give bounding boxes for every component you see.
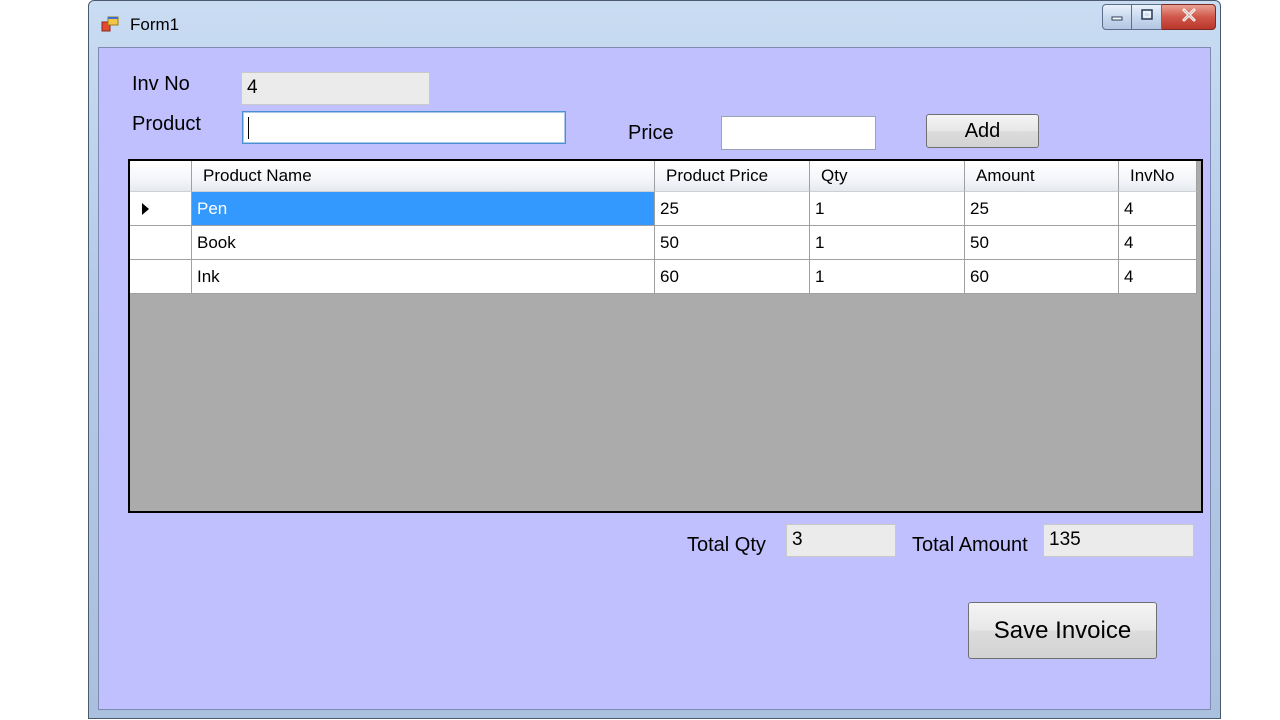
column-header-product-price[interactable]: Product Price [655, 161, 810, 192]
cell-product-price[interactable]: 25 [655, 192, 810, 226]
form1-window: Form1 Inv No 4 Product Price Add Product… [88, 0, 1221, 719]
invoice-grid[interactable]: Product Name Product Price Qty Amount In… [128, 159, 1203, 513]
window-controls [1102, 4, 1216, 32]
save-invoice-button[interactable]: Save Invoice [968, 602, 1157, 659]
current-row-arrow-icon [142, 202, 149, 215]
row-header[interactable] [130, 260, 192, 294]
cell-qty[interactable]: 1 [810, 192, 965, 226]
cell-invno[interactable]: 4 [1119, 226, 1197, 260]
product-input[interactable] [242, 111, 566, 144]
maximize-button[interactable] [1132, 4, 1162, 30]
table-row[interactable]: Book 50 1 50 4 [130, 226, 1197, 260]
cell-amount[interactable]: 60 [965, 260, 1119, 294]
cell-product-name[interactable]: Book [192, 226, 655, 260]
add-button[interactable]: Add [926, 114, 1039, 148]
cell-amount[interactable]: 25 [965, 192, 1119, 226]
cell-product-price[interactable]: 60 [655, 260, 810, 294]
product-label: Product [132, 113, 201, 135]
price-input[interactable] [721, 116, 876, 150]
maximize-icon [1140, 8, 1154, 26]
text-caret [248, 117, 249, 139]
title-bar[interactable]: Form1 [89, 1, 1220, 47]
total-qty-field[interactable]: 3 [786, 524, 896, 557]
inv-no-label: Inv No [132, 73, 190, 95]
price-label: Price [628, 122, 674, 144]
column-header-amount[interactable]: Amount [965, 161, 1119, 192]
minimize-icon [1110, 8, 1124, 26]
row-header[interactable] [130, 226, 192, 260]
form-client-area: Inv No 4 Product Price Add Product Name … [98, 47, 1211, 710]
total-amount-field[interactable]: 135 [1043, 524, 1194, 557]
grid-corner-header[interactable] [130, 161, 192, 192]
total-qty-label: Total Qty [687, 534, 766, 556]
cell-product-name[interactable]: Ink [192, 260, 655, 294]
grid-header-row: Product Name Product Price Qty Amount In… [130, 161, 1197, 192]
form-app-icon[interactable] [101, 15, 119, 33]
cell-qty[interactable]: 1 [810, 226, 965, 260]
row-header[interactable] [130, 192, 192, 226]
total-amount-label: Total Amount [912, 534, 1028, 556]
minimize-button[interactable] [1102, 4, 1132, 30]
cell-product-name[interactable]: Pen [192, 192, 655, 226]
table-row[interactable]: Ink 60 1 60 4 [130, 260, 1197, 294]
cell-invno[interactable]: 4 [1119, 192, 1197, 226]
cell-amount[interactable]: 50 [965, 226, 1119, 260]
close-icon [1181, 8, 1197, 27]
column-header-qty[interactable]: Qty [810, 161, 965, 192]
column-header-product-name[interactable]: Product Name [192, 161, 655, 192]
table-row[interactable]: Pen 25 1 25 4 [130, 192, 1197, 226]
cell-invno[interactable]: 4 [1119, 260, 1197, 294]
column-header-invno[interactable]: InvNo [1119, 161, 1197, 192]
close-button[interactable] [1162, 4, 1216, 30]
cell-qty[interactable]: 1 [810, 260, 965, 294]
inv-no-field[interactable]: 4 [241, 72, 430, 105]
window-title: Form1 [130, 15, 180, 34]
cell-product-price[interactable]: 50 [655, 226, 810, 260]
